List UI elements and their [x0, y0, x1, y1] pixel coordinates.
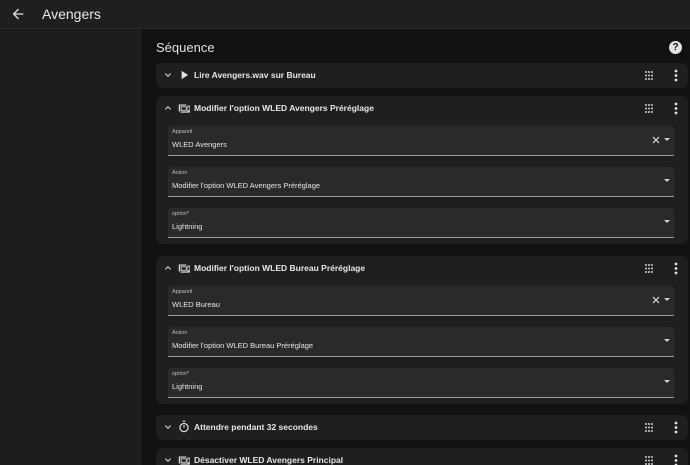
more-vertical-icon[interactable] [673, 454, 679, 465]
action-card-header[interactable]: Lire Avengers.wav sur Bureau [156, 63, 688, 88]
action-card-header[interactable]: Attendre pendant 32 secondes [156, 415, 688, 440]
caret-down-icon[interactable] [664, 380, 670, 383]
action-title: Lire Avengers.wav sur Bureau [194, 70, 316, 80]
option-select-field[interactable]: option* Lightning [168, 368, 674, 398]
option-select-field[interactable]: option* Lightning [168, 208, 674, 238]
action-card-header[interactable]: Modifier l'option WLED Bureau Préréglage [156, 256, 688, 281]
device-icon [177, 101, 191, 115]
drag-handle-icon[interactable] [644, 263, 654, 274]
field-label: Action [172, 330, 188, 336]
page-title: Avengers [42, 6, 101, 22]
timer-icon [177, 420, 191, 434]
field-label: Appareil [172, 129, 193, 135]
close-icon[interactable] [652, 296, 660, 304]
chevron-down-icon[interactable] [162, 454, 174, 465]
arrow-left-icon[interactable] [10, 6, 26, 22]
field-label: option* [172, 371, 190, 377]
play-icon [177, 68, 191, 82]
field-value: WLED Avengers [172, 140, 227, 149]
field-value: Lightning [172, 222, 203, 231]
chevron-up-icon[interactable] [162, 262, 174, 274]
field-value: Modifier l'option WLED Bureau Préréglage [172, 341, 314, 350]
action-select-field[interactable]: Action Modifier l'option WLED Bureau Pré… [168, 327, 674, 357]
device-select-field[interactable]: Appareil WLED Avengers [168, 126, 674, 156]
section-title: Séquence [156, 40, 215, 55]
chevron-up-icon[interactable] [162, 102, 174, 114]
chevron-down-icon[interactable] [162, 69, 174, 81]
field-label: Action [172, 170, 188, 176]
field-label: Appareil [172, 289, 193, 295]
caret-down-icon[interactable] [664, 220, 670, 223]
more-vertical-icon[interactable] [673, 69, 679, 82]
top-app-bar: Avengers [0, 0, 690, 29]
caret-down-icon[interactable] [664, 179, 670, 182]
more-vertical-icon[interactable] [673, 102, 679, 115]
action-card: Attendre pendant 32 secondes [156, 415, 688, 440]
action-title: Attendre pendant 32 secondes [194, 422, 318, 432]
caret-down-icon[interactable] [664, 339, 670, 342]
close-icon[interactable] [652, 136, 660, 144]
action-select-field[interactable]: Action Modifier l'option WLED Avengers P… [168, 167, 674, 197]
drag-handle-icon[interactable] [644, 422, 654, 433]
action-card: Modifier l'option WLED Bureau Préréglage… [156, 256, 688, 404]
drag-handle-icon[interactable] [644, 455, 654, 465]
device-icon [177, 261, 191, 275]
field-value: Lightning [172, 382, 203, 391]
action-title: Désactiver WLED Avengers Principal [194, 455, 344, 465]
action-title: Modifier l'option WLED Avengers Prérégla… [194, 103, 374, 113]
more-vertical-icon[interactable] [673, 262, 679, 275]
drag-handle-icon[interactable] [644, 70, 654, 81]
action-card: Lire Avengers.wav sur Bureau [156, 63, 688, 88]
help-circle-icon[interactable]: ? [669, 41, 682, 54]
action-card-header[interactable]: Désactiver WLED Avengers Principal [156, 448, 688, 465]
action-card: Modifier l'option WLED Avengers Prérégla… [156, 96, 688, 244]
action-card-header[interactable]: Modifier l'option WLED Avengers Prérégla… [156, 96, 688, 121]
caret-down-icon[interactable] [664, 298, 670, 301]
more-vertical-icon[interactable] [673, 421, 679, 434]
field-value: Modifier l'option WLED Avengers Prérégla… [172, 181, 321, 190]
caret-down-icon[interactable] [664, 138, 670, 141]
drag-handle-icon[interactable] [644, 103, 654, 114]
field-label: option* [172, 211, 190, 217]
sidebar [0, 29, 142, 465]
action-title: Modifier l'option WLED Bureau Préréglage [194, 263, 366, 273]
field-value: WLED Bureau [172, 300, 220, 309]
action-card: Désactiver WLED Avengers Principal [156, 448, 688, 465]
device-icon [177, 453, 191, 465]
device-select-field[interactable]: Appareil WLED Bureau [168, 286, 674, 316]
chevron-down-icon[interactable] [162, 421, 174, 433]
